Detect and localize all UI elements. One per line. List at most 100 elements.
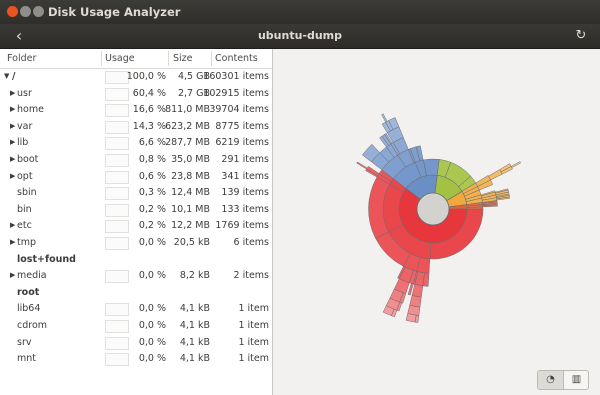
folder-row[interactable]: sbin 0,3 % 12,4 MB 139 items <box>0 185 272 201</box>
folder-row[interactable]: ▶ usr 60,4 % 2,7 GB 102915 items <box>0 86 272 102</box>
collapsed-arrow-icon[interactable]: ▶ <box>10 105 15 113</box>
folder-tree-pane[interactable]: Folder Usage Size Contents ▼/100,0 % 4,5 … <box>0 49 273 395</box>
usage-bar <box>105 270 129 284</box>
collapsed-arrow-icon[interactable]: ▶ <box>10 238 15 246</box>
collapsed-arrow-icon[interactable]: ▶ <box>10 221 15 229</box>
column-header-usage[interactable]: Usage <box>105 53 135 64</box>
folder-name: mnt <box>17 353 36 365</box>
folder-size: 12,2 MB <box>171 220 210 232</box>
folder-contents: 341 items <box>221 170 269 182</box>
usage-percent: 0,0 % <box>138 303 166 315</box>
folder-name: / <box>12 71 16 82</box>
folder-row[interactable]: ▶ media 0,0 % 8,2 kB 2 items <box>0 268 272 284</box>
ring-segment[interactable] <box>356 161 368 170</box>
window-title: Disk Usage Analyzer <box>48 5 181 19</box>
folder-row[interactable]: ▶ boot 0,8 % 35,0 MB 291 items <box>0 152 272 168</box>
folder-row[interactable]: srv 0,0 % 4,1 kB 1 item <box>0 335 272 351</box>
maximize-window-button[interactable] <box>33 6 44 17</box>
ring-segment[interactable] <box>488 169 503 181</box>
collapsed-arrow-icon[interactable]: ▶ <box>10 138 15 146</box>
folder-name: lost+found <box>17 253 76 265</box>
usage-bar <box>105 87 129 101</box>
usage-percent: 0,6 % <box>138 170 166 182</box>
usage-bar <box>105 104 129 118</box>
folder-contents: 6219 items <box>215 137 269 149</box>
folder-row[interactable]: mnt 0,0 % 4,1 kB 1 item <box>0 351 272 367</box>
usage-percent: 0,0 % <box>138 320 166 331</box>
usage-percent: 14,3 % <box>132 120 166 132</box>
rings-view-button[interactable]: ◔ <box>538 371 563 389</box>
folder-row[interactable]: ▶ opt 0,6 % 23,8 MB 341 items <box>0 169 272 185</box>
collapsed-arrow-icon[interactable]: ▶ <box>10 271 15 279</box>
collapsed-arrow-icon[interactable]: ▶ <box>10 89 15 97</box>
folder-contents: 1 item <box>238 320 269 331</box>
folder-name: tmp <box>17 237 37 248</box>
usage-percent: 60,4 % <box>132 87 166 99</box>
collapsed-arrow-icon[interactable]: ▶ <box>10 155 15 163</box>
folder-contents: 39704 items <box>209 104 269 116</box>
usage-percent: 0,0 % <box>138 237 166 248</box>
usage-bar <box>105 320 129 333</box>
folder-size: 35,0 MB <box>171 154 210 165</box>
ring-segment[interactable] <box>411 284 424 298</box>
usage-percent: 0,0 % <box>138 336 166 348</box>
folder-row[interactable]: lib64 0,0 % 4,1 kB 1 item <box>0 301 272 317</box>
folder-row[interactable]: ▶ var 14,3 % 623,2 MB 8775 items <box>0 119 272 135</box>
expanded-arrow-icon[interactable]: ▼ <box>4 72 9 80</box>
ring-center-root[interactable] <box>416 192 450 226</box>
folder-row[interactable]: ▶ lib 6,6 % 287,7 MB 6219 items <box>0 135 272 151</box>
folder-row[interactable]: bin 0,2 % 10,1 MB 133 items <box>0 202 272 218</box>
usage-bar <box>105 187 129 201</box>
folder-contents: 160301 items <box>203 71 269 82</box>
title-bar: Disk Usage Analyzer <box>0 0 600 24</box>
folder-name: srv <box>17 336 32 348</box>
minimize-window-button[interactable] <box>20 6 31 17</box>
folder-name: sbin <box>17 187 37 199</box>
column-header-folder[interactable]: Folder <box>7 53 36 64</box>
folder-name: boot <box>17 154 39 165</box>
treemap-view-button[interactable]: ▥ <box>563 371 588 389</box>
folder-size: 10,1 MB <box>171 203 210 215</box>
close-window-button[interactable] <box>7 6 18 17</box>
folder-contents: 1 item <box>238 303 269 315</box>
ring-segment[interactable] <box>423 158 440 176</box>
folder-contents: 291 items <box>221 154 269 165</box>
folder-size: 287,7 MB <box>165 137 210 149</box>
folder-row[interactable]: root <box>0 285 272 301</box>
folder-row[interactable]: ▶ home 16,6 % 811,0 MB 39704 items <box>0 102 272 118</box>
folder-row[interactable]: cdrom 0,0 % 4,1 kB 1 item <box>0 318 272 334</box>
folder-name: lib <box>17 137 29 149</box>
rings-chart[interactable] <box>273 49 600 369</box>
folder-name: var <box>17 120 33 132</box>
folder-row[interactable]: ▶ etc 0,2 % 12,2 MB 1769 items <box>0 218 272 234</box>
usage-percent: 0,0 % <box>138 353 166 365</box>
folder-contents: 133 items <box>221 203 269 215</box>
usage-bar <box>105 170 129 184</box>
ring-segment[interactable] <box>381 113 388 123</box>
folder-size: 4,1 kB <box>179 320 210 331</box>
usage-bar <box>105 120 129 134</box>
usage-bar <box>105 137 129 151</box>
usage-percent: 0,8 % <box>138 154 166 165</box>
usage-bar <box>105 336 129 350</box>
collapsed-arrow-icon[interactable]: ▶ <box>10 172 15 180</box>
folder-size: 4,1 kB <box>179 353 210 365</box>
folder-contents: 102915 items <box>203 87 269 99</box>
folder-name: usr <box>17 87 32 99</box>
usage-bar <box>105 71 129 84</box>
column-header-contents[interactable]: Contents <box>215 53 258 64</box>
collapsed-arrow-icon[interactable]: ▶ <box>10 122 15 130</box>
folder-row[interactable]: lost+found <box>0 252 272 268</box>
usage-percent: 100,0 % <box>126 71 166 82</box>
column-header-size[interactable]: Size <box>173 53 193 64</box>
ring-segment[interactable] <box>510 161 521 168</box>
folder-row[interactable]: ▼/100,0 % 4,5 GB 160301 items <box>0 69 272 85</box>
folder-size: 20,5 kB <box>173 237 210 248</box>
folder-size: 4,1 kB <box>179 303 210 315</box>
reload-button[interactable]: ↻ <box>572 27 590 45</box>
folder-contents: 1 item <box>238 336 269 348</box>
usage-bar <box>105 353 129 367</box>
ring-segment[interactable] <box>405 313 417 323</box>
folder-row[interactable]: ▶ tmp 0,0 % 20,5 kB 6 items <box>0 235 272 251</box>
folder-contents: 139 items <box>221 187 269 199</box>
